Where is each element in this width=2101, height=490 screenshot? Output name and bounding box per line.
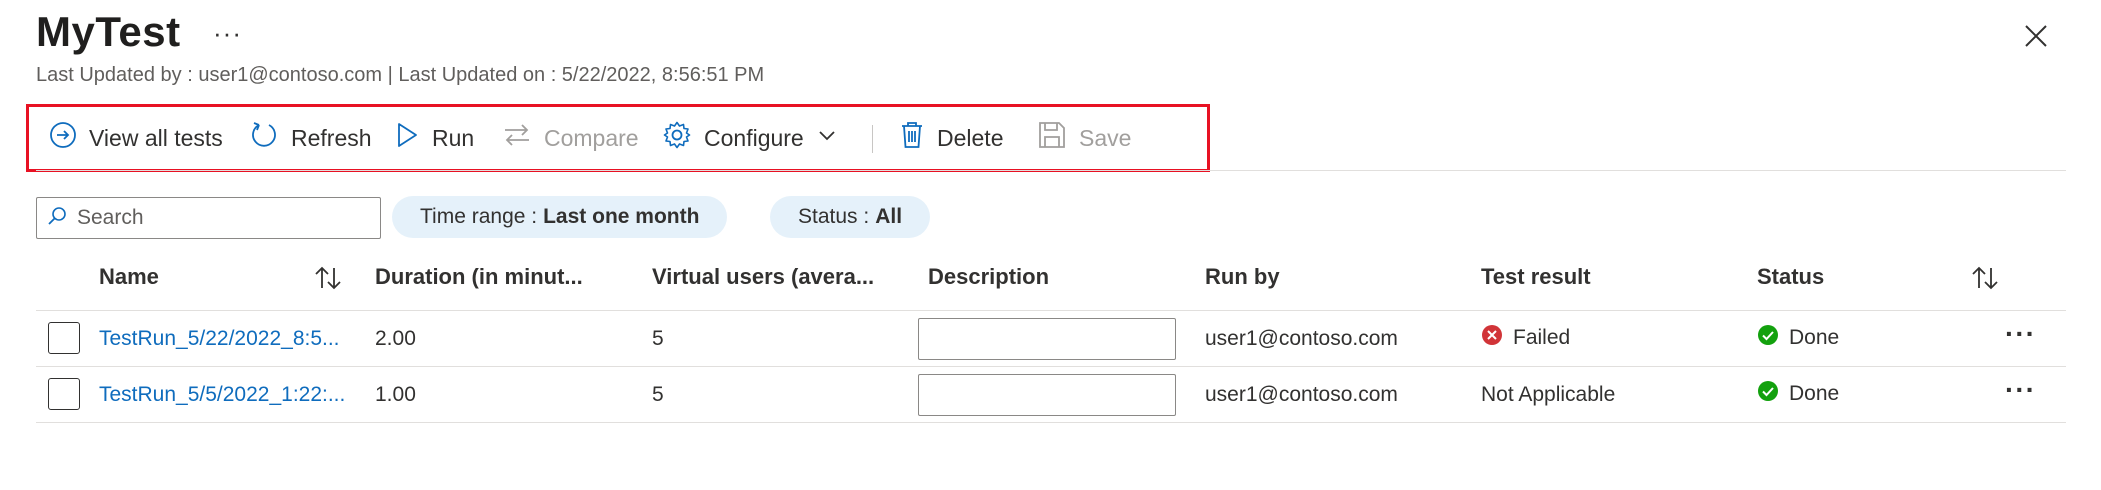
close-icon[interactable] bbox=[2020, 20, 2052, 52]
time-range-value: Last one month bbox=[543, 205, 700, 228]
gear-icon bbox=[662, 120, 692, 156]
run-by-cell: user1@contoso.com bbox=[1205, 327, 1398, 350]
save-button[interactable]: Save bbox=[1037, 107, 1131, 169]
run-label: Run bbox=[432, 124, 475, 151]
column-header-run-by[interactable]: Run by bbox=[1205, 264, 1280, 290]
search-icon bbox=[47, 206, 67, 231]
search-input[interactable] bbox=[75, 205, 365, 231]
save-icon bbox=[1037, 120, 1067, 156]
status-filter-value: All bbox=[875, 205, 903, 228]
test-run-name-link[interactable]: TestRun_5/22/2022_8:5... bbox=[99, 327, 340, 351]
column-header-virtual-users[interactable]: Virtual users (avera... bbox=[652, 264, 874, 290]
page-title: MyTest bbox=[36, 8, 181, 55]
success-check-icon bbox=[1757, 380, 1779, 408]
virtual-users-cell: 5 bbox=[652, 327, 664, 350]
more-options-icon[interactable]: ··· bbox=[213, 18, 242, 49]
refresh-button[interactable]: Refresh bbox=[249, 107, 372, 169]
status-text: Done bbox=[1789, 326, 1840, 349]
duration-cell: 1.00 bbox=[375, 383, 416, 406]
time-range-filter[interactable]: Time range : Last one month bbox=[392, 196, 728, 238]
column-header-status[interactable]: Status bbox=[1757, 264, 1824, 290]
column-header-test-result[interactable]: Test result bbox=[1481, 264, 1591, 290]
status-filter[interactable]: Status : All bbox=[770, 196, 931, 238]
search-box[interactable] bbox=[36, 197, 381, 239]
view-all-tests-label: View all tests bbox=[89, 124, 223, 151]
row-divider bbox=[36, 310, 2066, 311]
command-bar: View all tests Refresh Run Compare Confi… bbox=[26, 104, 1210, 172]
configure-button[interactable]: Configure bbox=[662, 107, 838, 169]
toolbar-divider bbox=[872, 125, 873, 153]
delete-label: Delete bbox=[937, 124, 1004, 151]
sort-icon[interactable] bbox=[1970, 264, 2000, 297]
status-cell: Done bbox=[1757, 324, 1839, 352]
compare-arrows-icon bbox=[502, 121, 532, 155]
configure-label: Configure bbox=[704, 124, 804, 151]
row-checkbox[interactable] bbox=[48, 322, 80, 354]
status-text: Done bbox=[1789, 382, 1840, 405]
description-input[interactable] bbox=[918, 318, 1176, 360]
test-result-cell: Failed bbox=[1481, 324, 1570, 352]
compare-button[interactable]: Compare bbox=[502, 107, 639, 169]
error-icon bbox=[1481, 324, 1503, 352]
row-more-options-icon[interactable]: ··· bbox=[2005, 374, 2036, 406]
duration-cell: 2.00 bbox=[375, 327, 416, 350]
run-by-cell: user1@contoso.com bbox=[1205, 383, 1398, 406]
trash-icon bbox=[899, 120, 925, 156]
toolbar-divider-line bbox=[36, 170, 2066, 171]
delete-button[interactable]: Delete bbox=[899, 107, 1003, 169]
success-check-icon bbox=[1757, 324, 1779, 352]
chevron-down-icon bbox=[816, 124, 838, 152]
row-divider bbox=[36, 366, 2066, 367]
description-input[interactable] bbox=[918, 374, 1176, 416]
refresh-icon bbox=[249, 120, 279, 156]
run-button[interactable]: Run bbox=[394, 107, 474, 169]
row-checkbox[interactable] bbox=[48, 378, 80, 410]
save-label: Save bbox=[1079, 124, 1132, 151]
refresh-label: Refresh bbox=[291, 124, 372, 151]
test-run-name-link[interactable]: TestRun_5/5/2022_1:22:... bbox=[99, 383, 345, 407]
status-filter-label: Status : bbox=[798, 205, 870, 228]
row-divider bbox=[36, 422, 2066, 423]
test-result-text: Failed bbox=[1513, 326, 1571, 349]
last-updated-info: Last Updated by : user1@contoso.com | La… bbox=[36, 64, 765, 86]
column-header-duration[interactable]: Duration (in minut... bbox=[375, 264, 583, 290]
column-header-description[interactable]: Description bbox=[928, 264, 1049, 290]
virtual-users-cell: 5 bbox=[652, 383, 664, 406]
column-header-name[interactable]: Name bbox=[99, 264, 159, 290]
arrow-circle-right-icon bbox=[49, 121, 77, 155]
row-more-options-icon[interactable]: ··· bbox=[2005, 318, 2036, 350]
sort-icon[interactable] bbox=[313, 264, 343, 297]
compare-label: Compare bbox=[544, 124, 639, 151]
time-range-label: Time range : bbox=[420, 205, 538, 228]
view-all-tests-button[interactable]: View all tests bbox=[49, 107, 223, 169]
test-result-text: Not Applicable bbox=[1481, 383, 1616, 406]
play-icon bbox=[394, 121, 420, 155]
status-cell: Done bbox=[1757, 380, 1839, 408]
